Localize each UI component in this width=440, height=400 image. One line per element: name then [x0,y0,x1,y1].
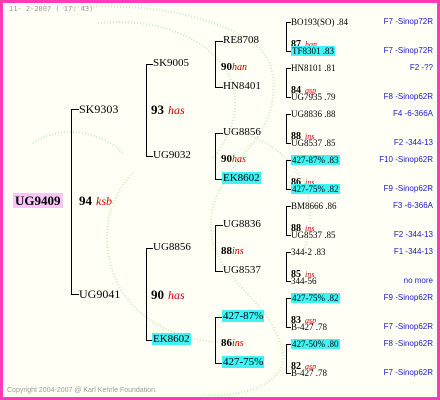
connector-vertical [146,248,147,340]
gen4-node-15[interactable]: B-427 .78 [291,368,327,378]
connector-vertical [286,344,287,373]
connector-vertical [215,317,216,363]
connector-vertical [215,225,216,271]
connector-vertical [286,298,287,327]
gen2-node-0[interactable]: SK9005 [153,57,189,69]
gen4-node-7[interactable]: 427-75% .82 [291,184,340,194]
connector-vertical [286,206,287,235]
connector-vertical [215,133,216,179]
gen4-node-4[interactable]: UG8836 .88 [291,109,336,119]
gen4-pedigree-7: F9 -Sinop62R [383,184,433,193]
watermark-graphic [32,5,312,397]
gen2-node-3[interactable]: EK8602 [152,333,191,345]
gen1-score-0: 93 has [151,102,185,117]
gen4-node-6[interactable]: 427-87% .83 [291,155,340,165]
gen1-score-1: 90 has [151,287,185,302]
gen3-node-7[interactable]: 427-75% [222,356,265,368]
gen2-node-1[interactable]: UG9032 [153,149,191,161]
connector-horizontal [71,109,79,110]
gen2-score-0: 90han [221,61,247,73]
root-score: 94 ksb [79,193,112,208]
gen4-node-2[interactable]: HN8101 .81 [291,63,336,73]
gen4-node-11[interactable]: 344-56 [291,276,317,286]
gen3-node-4[interactable]: UG8836 [223,218,261,230]
connector-horizontal [146,64,153,65]
connector-vertical [215,41,216,87]
gen4-node-0[interactable]: BO193(SO) .84 [291,17,348,27]
gen4-node-12[interactable]: 427-75% .82 [291,293,340,303]
gen4-pedigree-12: F9 -Sinop62R [383,293,433,302]
connector-vertical [286,68,287,97]
connector-vertical [286,252,287,281]
gen4-pedigree-15: F7 -Sinop62R [383,368,433,377]
gen3-node-1[interactable]: HN8401 [223,80,261,92]
gen4-node-8[interactable]: BM8666 .86 [291,201,337,211]
gen4-node-9[interactable]: UG8537 .85 [291,230,336,240]
connector-horizontal [215,271,223,272]
gen3-node-0[interactable]: RE8708 [223,34,259,46]
gen3-node-2[interactable]: UG8856 [223,126,261,138]
gen4-node-5[interactable]: UG8537 .85 [291,138,336,148]
gen4-pedigree-14: F8 -Sinop62R [383,339,433,348]
gen4-pedigree-11: no more [403,276,433,285]
print-date: 11- 2-2007 ( 17: 43) [9,5,94,13]
connector-horizontal [146,156,153,157]
gen3-node-5[interactable]: UG8537 [223,264,261,276]
connector-horizontal [215,225,223,226]
gen4-pedigree-13: F7 -Sinop62R [383,322,433,331]
gen4-pedigree-1: F7 -Sinop72R [383,46,433,55]
gen1-node-1[interactable]: UG9041 [79,287,120,302]
gen4-pedigree-9: F2 -344-13 [393,230,433,239]
copyright-text: Copyright 2004-2007 @ Karl Kehrle Founda… [7,387,157,394]
connector-horizontal [71,294,79,295]
connector-horizontal [146,248,153,249]
connector-vertical [286,22,287,51]
gen2-score-1: 90has [221,153,246,165]
connector-horizontal [215,41,223,42]
gen4-node-14[interactable]: 427-50% .80 [291,339,340,349]
gen4-pedigree-3: F8 -Sinop62R [383,92,433,101]
gen4-pedigree-4: F4 -6-366A [392,109,433,118]
gen1-node-0[interactable]: SK9303 [79,102,118,117]
gen4-node-10[interactable]: 344-2 .83 [291,247,326,257]
gen4-pedigree-10: F1 -344-13 [393,247,433,256]
gen4-pedigree-5: F2 -344-13 [393,138,433,147]
gen3-node-3[interactable]: EK8602 [222,172,261,184]
gen4-node-13[interactable]: B-427 .78 [291,322,327,332]
connector-horizontal [215,133,223,134]
gen4-node-1[interactable]: TF8301 .83 [291,46,336,56]
gen4-pedigree-0: F7 -Sinop72R [383,17,433,26]
connector-vertical [286,160,287,189]
gen4-pedigree-8: F3 -6-366A [392,201,433,210]
gen4-pedigree-2: F2 -?? [409,63,433,72]
connector-vertical [146,64,147,156]
connector-vertical [71,109,72,294]
root-id: UG9409 [13,193,63,208]
gen2-score-2: 88ins [221,245,244,257]
gen3-node-6[interactable]: 427-87% [222,310,265,322]
gen2-node-2[interactable]: UG8856 [153,241,191,253]
connector-horizontal [215,87,223,88]
pedigree-frame: 11- 2-2007 ( 17: 43) Copyright 2004-2007… [0,0,440,400]
root-node[interactable]: UG9409 [13,192,63,210]
gen2-score-3: 86ins [221,337,244,349]
gen4-pedigree-6: F10 -Sinop62R [379,155,433,164]
connector-vertical [286,114,287,143]
gen4-node-3[interactable]: UG7935 .79 [291,92,336,102]
